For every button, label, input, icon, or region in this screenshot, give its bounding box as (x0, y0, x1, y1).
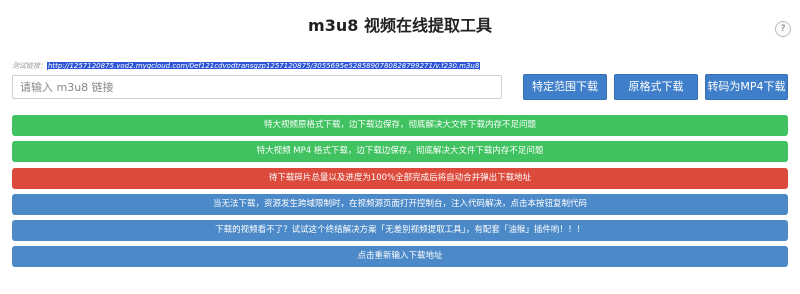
universal-extractor-link-button[interactable]: 下载的视频看不了？试试这个终结解决方案「无差别视频提取工具」，有配套「油猴」插件… (12, 220, 788, 241)
test-link[interactable]: http://1257120875.vod2.myqcloud.com/0ef1… (47, 62, 481, 70)
original-format-download-button[interactable]: 原格式下载 (614, 74, 698, 100)
help-icon[interactable]: ? (775, 21, 791, 37)
test-link-label: 测试链接： (12, 62, 47, 70)
page-title: m3u8 视频在线提取工具 (308, 16, 492, 35)
stream-original-download-button[interactable]: 特大视频原格式下载，边下载边保存，彻底解决大文件下载内存不足问题 (12, 115, 788, 136)
m3u8-url-input[interactable] (12, 75, 502, 99)
range-download-button[interactable]: 特定范围下载 (523, 74, 607, 100)
download-progress-notice: 待下载碎片总量以及进度为100%全部完成后将自动合并弹出下载地址 (12, 168, 788, 189)
copy-inject-code-button[interactable]: 当无法下载，资源发生跨域限制时，在视频源页面打开控制台，注入代码解决，点击本按钮… (12, 194, 788, 215)
test-link-row: 测试链接：http://1257120875.vod2.myqcloud.com… (12, 61, 481, 71)
stream-mp4-download-button[interactable]: 特大视频 MP4 格式下载，边下载边保存，彻底解决大文件下载内存不足问题 (12, 141, 788, 162)
convert-mp4-download-button[interactable]: 转码为MP4下载 (705, 74, 788, 100)
reenter-url-button[interactable]: 点击重新输入下载地址 (12, 246, 788, 267)
